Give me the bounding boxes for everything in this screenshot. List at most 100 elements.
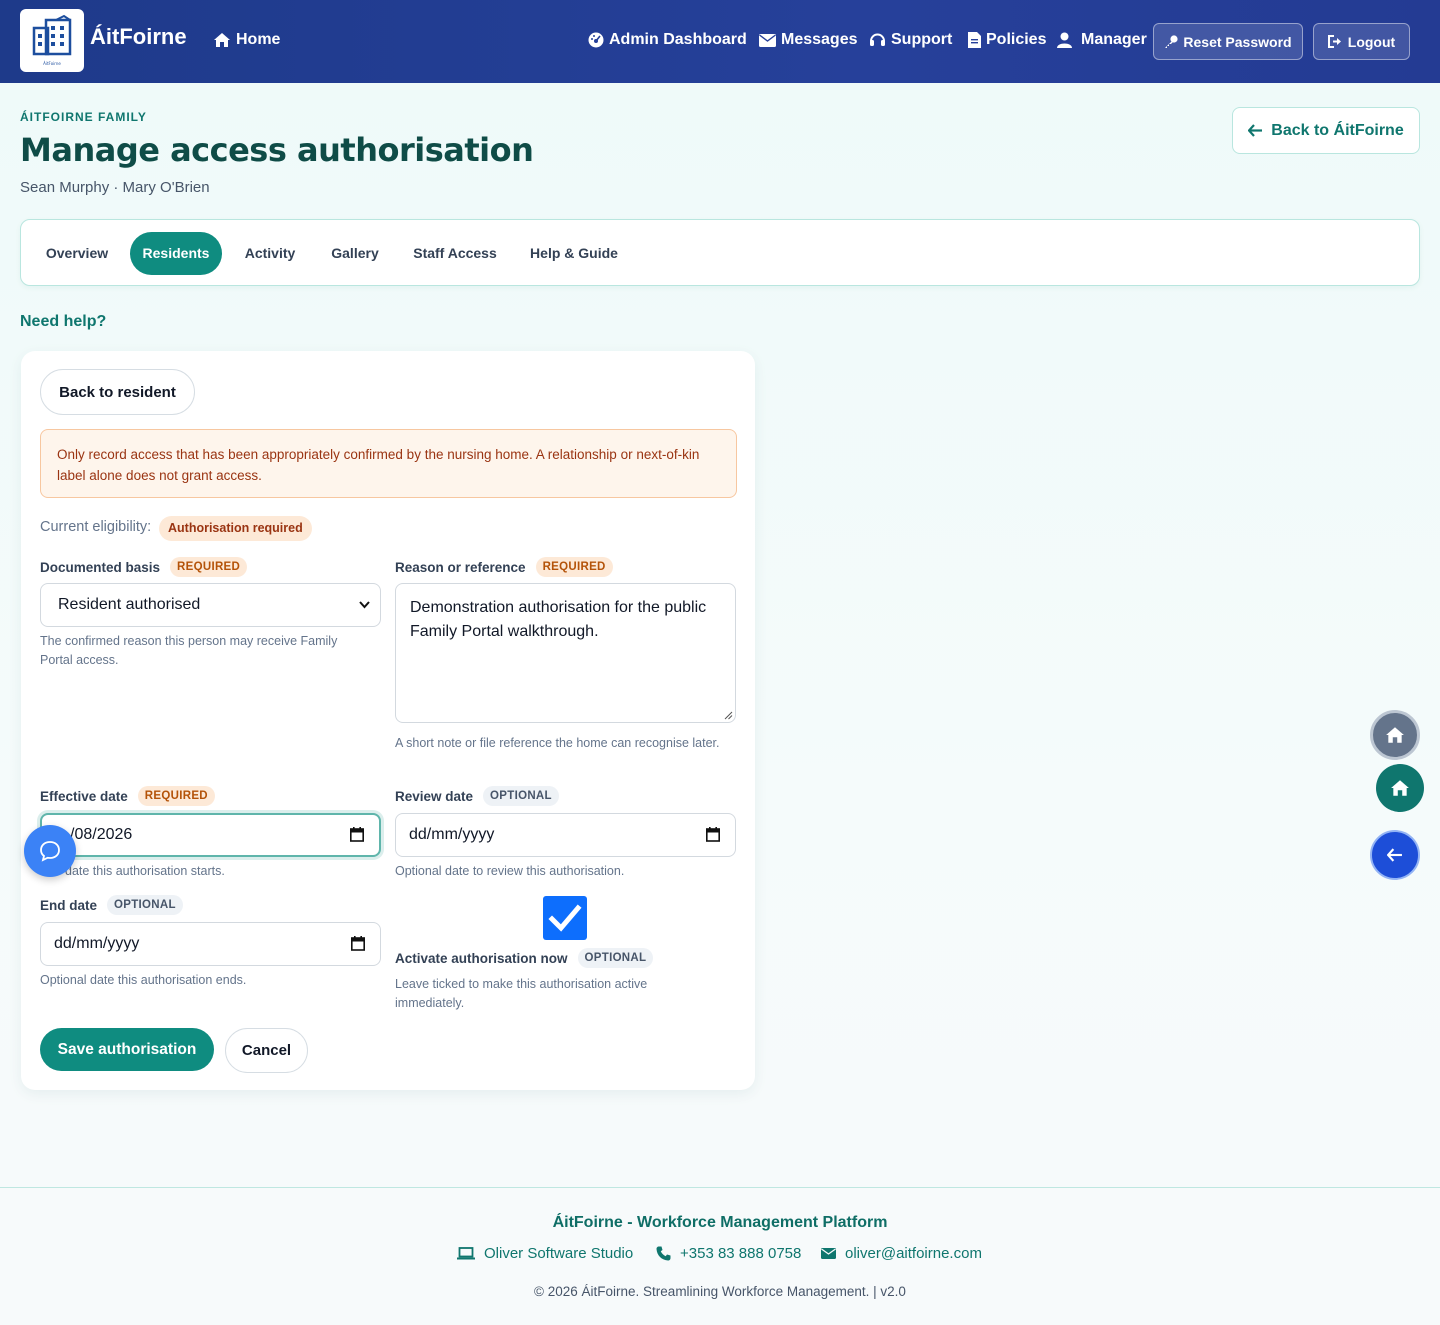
review-date-input[interactable]: dd/mm/yyyy: [395, 813, 736, 857]
logo[interactable]: ÁitFoirne: [20, 9, 84, 72]
documented-basis-label: Documented basis REQUIRED: [40, 557, 248, 577]
back-to-aitfoirne-label: Back to ÁitFoirne: [1271, 121, 1404, 139]
tab-activity[interactable]: Activity: [230, 232, 310, 275]
end-date-help: Optional date this authorisation ends.: [40, 973, 247, 987]
end-date-text: End date: [40, 897, 98, 913]
footer-copyright: © 2026 ÁitFoirne. Streamlining Workforce…: [534, 1284, 906, 1299]
nav-manager[interactable]: Manager: [1057, 31, 1147, 49]
home-icon: [1391, 780, 1409, 796]
home-icon: [214, 33, 230, 47]
nav-support[interactable]: Support: [869, 31, 952, 49]
warning-alert: Only record access that has been appropr…: [40, 429, 737, 498]
page-subtitle: Sean Murphy · Mary O'Brien: [20, 179, 210, 196]
effective-date-value: /08/2026: [70, 826, 133, 843]
footer-email-text: oliver@aitfoirne.com: [845, 1245, 982, 1262]
documented-basis-text: Documented basis: [40, 559, 161, 575]
tab-staff-access[interactable]: Staff Access: [400, 232, 510, 275]
calendar-icon[interactable]: [351, 936, 365, 951]
reason-label: Reason or reference REQUIRED: [395, 557, 613, 577]
footer: ÁitFoirne - Workforce Management Platfor…: [0, 1187, 1440, 1325]
reset-password-button[interactable]: Reset Password: [1153, 23, 1303, 60]
end-date-label: End date OPTIONAL: [40, 895, 183, 915]
review-date-label: Review date OPTIONAL: [395, 786, 559, 806]
effective-date-help: date this authorisation starts.: [65, 864, 225, 878]
top-navbar: ÁitFoirne ÁitFoirne Home Admin Dashboard…: [0, 0, 1440, 83]
nav-admin-dashboard[interactable]: Admin Dashboard: [588, 31, 747, 49]
activate-help: Leave ticked to make this authorisation …: [395, 977, 648, 1010]
reason-textarea[interactable]: Demonstration authorisation for the publ…: [395, 583, 736, 723]
footer-email[interactable]: oliver@aitfoirne.com: [821, 1245, 982, 1262]
back-to-aitfoirne-button[interactable]: Back to ÁitFoirne: [1232, 107, 1420, 154]
footer-phone-text: +353 83 888 0758: [680, 1245, 802, 1262]
activate-text: Activate authorisation now: [395, 950, 568, 966]
nav-messages[interactable]: Messages: [759, 31, 858, 49]
reason-value: Demonstration authorisation for the publ…: [410, 599, 707, 640]
end-date-placeholder: dd/mm/yyyy: [54, 935, 140, 952]
optional-badge: OPTIONAL: [107, 895, 183, 915]
footer-studio-text: Oliver Software Studio: [484, 1245, 634, 1262]
eligibility-label: Current eligibility:: [40, 519, 152, 535]
checkmark-icon: [548, 904, 582, 932]
document-icon: [968, 32, 981, 48]
tab-overview[interactable]: Overview: [31, 232, 123, 275]
effective-date-input[interactable]: /08/2026: [40, 813, 381, 857]
tab-gallery[interactable]: Gallery: [318, 232, 392, 275]
calendar-icon[interactable]: [706, 827, 720, 842]
nav-messages-label: Messages: [781, 31, 858, 48]
nav-policies[interactable]: Policies: [968, 31, 1046, 49]
save-authorisation-button[interactable]: Save authorisation: [40, 1028, 214, 1071]
authorisation-form-card: Back to resident Only record access that…: [21, 351, 755, 1090]
optional-badge: OPTIONAL: [577, 948, 654, 968]
chat-button[interactable]: [24, 825, 76, 877]
need-help-link[interactable]: Need help?: [20, 313, 106, 331]
reason-help: A short note or file reference the home …: [395, 736, 720, 750]
documented-basis-help: The confirmed reason this person may rec…: [40, 634, 338, 667]
optional-badge: OPTIONAL: [483, 786, 559, 806]
back-to-resident-button[interactable]: Back to resident: [40, 369, 195, 415]
section-eyebrow: ÁITFOIRNE FAMILY: [20, 110, 147, 124]
documented-basis-select[interactable]: Resident authorised: [40, 583, 381, 627]
home-icon: [1386, 727, 1404, 743]
activate-checkbox[interactable]: [543, 896, 587, 940]
required-badge: REQUIRED: [137, 786, 215, 806]
page-title: Manage access authorisation: [20, 131, 534, 169]
activate-label: Activate authorisation now OPTIONAL: [395, 948, 654, 968]
logout-button[interactable]: Logout: [1313, 23, 1410, 60]
envelope-icon: [821, 1248, 836, 1259]
home-fab-teal[interactable]: [1376, 764, 1424, 812]
logout-label: Logout: [1347, 33, 1396, 50]
cancel-button[interactable]: Cancel: [225, 1028, 308, 1073]
chevron-down-icon: [359, 601, 370, 609]
end-date-input[interactable]: dd/mm/yyyy: [40, 922, 381, 966]
dashboard-icon: [588, 32, 604, 48]
back-fab[interactable]: [1370, 830, 1420, 880]
calendar-icon[interactable]: [350, 827, 364, 842]
required-badge: REQUIRED: [170, 557, 248, 577]
brand-name[interactable]: ÁitFoirne: [90, 24, 187, 50]
review-date-text: Review date: [395, 788, 474, 804]
footer-title: ÁitFoirne - Workforce Management Platfor…: [552, 1214, 888, 1231]
nav-home[interactable]: Home: [213, 31, 280, 49]
chat-bubble-icon: [40, 841, 60, 862]
tab-help-guide[interactable]: Help & Guide: [518, 232, 630, 275]
effective-date-label: Effective date REQUIRED: [40, 786, 215, 806]
home-fab-grey[interactable]: [1370, 710, 1420, 760]
footer-studio: Oliver Software Studio: [457, 1245, 633, 1262]
tab-residents[interactable]: Residents: [130, 232, 222, 275]
footer-phone[interactable]: +353 83 888 0758: [656, 1245, 801, 1262]
nav-admin-dashboard-label: Admin Dashboard: [609, 31, 747, 48]
required-badge: REQUIRED: [535, 557, 613, 577]
review-date-placeholder: dd/mm/yyyy: [409, 826, 495, 843]
nav-policies-label: Policies: [986, 31, 1047, 48]
phone-icon: [656, 1246, 671, 1261]
review-date-help: Optional date to review this authorisati…: [395, 864, 625, 878]
laptop-icon: [457, 1247, 475, 1260]
user-icon: [1057, 32, 1072, 48]
nav-home-label: Home: [236, 31, 281, 48]
nav-manager-label: Manager: [1081, 31, 1147, 48]
resize-handle-icon[interactable]: [724, 711, 733, 720]
envelope-icon: [759, 33, 776, 47]
reset-password-label: Reset Password: [1183, 33, 1292, 50]
key-icon: [1165, 34, 1179, 48]
documented-basis-value: Resident authorised: [58, 596, 201, 613]
